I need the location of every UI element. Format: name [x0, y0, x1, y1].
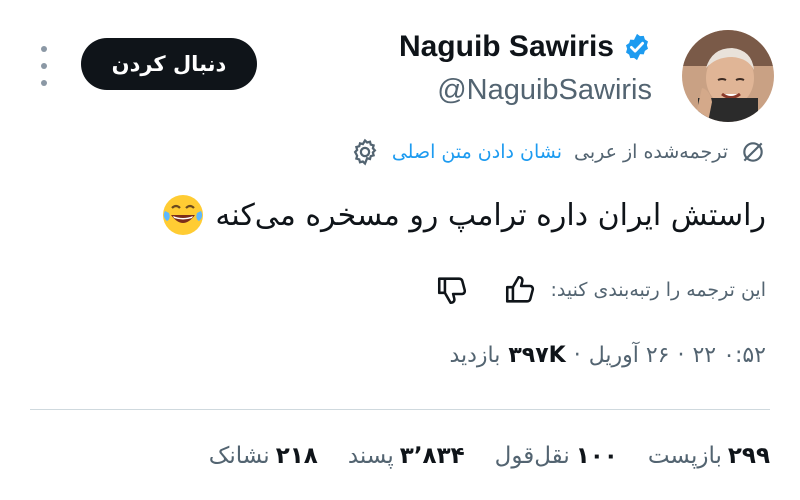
display-name-text[interactable]: Naguib Sawiris	[399, 30, 614, 64]
more-dot	[41, 46, 47, 52]
laughing-emoji-icon	[163, 195, 204, 235]
bookmarks-label: نشانک	[208, 443, 270, 469]
quotes-count: ۱۰۰	[575, 443, 618, 469]
tweet-meta: ۰:۵۲ ۲۲ · ۲۶ آوریل · ۳۹۷K بازدید	[449, 343, 766, 368]
user-handle[interactable]: @NaguibSawiris	[437, 74, 652, 107]
tweet-text: راستش ایران داره ترامپ رو مسخره می‌کنه	[215, 197, 766, 233]
views-label: بازدید	[449, 343, 501, 368]
tweet-body: راستش ایران داره ترامپ رو مسخره می‌کنه	[161, 193, 766, 237]
more-dot	[41, 80, 47, 86]
tweet-time[interactable]: ۰:۵۲ ۲۲	[692, 343, 766, 368]
gear-icon[interactable]	[350, 137, 380, 167]
thumbs-down-icon[interactable]	[435, 273, 469, 307]
retweets-label: بازپست	[647, 443, 722, 469]
verified-badge-icon	[626, 33, 648, 61]
translated-from-label: ترجمه‌شده از عربی	[573, 141, 728, 163]
tweet-date[interactable]: ۲۶ آوریل	[589, 343, 670, 368]
more-options-icon[interactable]	[34, 46, 54, 86]
display-name[interactable]: Naguib Sawiris	[399, 30, 652, 64]
divider	[30, 409, 770, 410]
rate-translation-row: این ترجمه را رتبه‌بندی کنید:	[435, 273, 766, 307]
likes-count: ۳٬۸۳۴	[399, 443, 465, 469]
likes-label: پسند	[347, 443, 394, 469]
rate-translation-prompt: این ترجمه را رتبه‌بندی کنید:	[550, 279, 766, 301]
likes-stat[interactable]: ۳٬۸۳۴پسند	[348, 443, 465, 469]
engagement-stats: ۲۹۹بازپست ۱۰۰نقل‌قول ۳٬۸۳۴پسند ۲۱۸نشانک	[209, 443, 770, 469]
show-original-link[interactable]: نشان دادن متن اصلی	[392, 141, 562, 163]
quotes-stat[interactable]: ۱۰۰نقل‌قول	[495, 443, 618, 469]
views-count: ۳۹۷K	[508, 343, 566, 368]
thumbs-up-icon[interactable]	[503, 273, 537, 307]
translation-row: ترجمه‌شده از عربی نشان دادن متن اصلی	[350, 137, 766, 167]
meta-separator: ·	[677, 343, 685, 368]
bookmarks-count: ۲۱۸	[275, 443, 318, 469]
translate-icon	[743, 142, 763, 162]
more-dot	[41, 63, 47, 69]
watermark	[742, 8, 800, 120]
quotes-label: نقل‌قول	[494, 443, 570, 469]
follow-button[interactable]: دنبال کردن	[81, 38, 257, 90]
retweets-stat[interactable]: ۲۹۹بازپست	[648, 443, 770, 469]
retweets-count: ۲۹۹	[727, 443, 770, 469]
bookmarks-stat[interactable]: ۲۱۸نشانک	[209, 443, 318, 469]
meta-separator: ·	[573, 343, 581, 368]
